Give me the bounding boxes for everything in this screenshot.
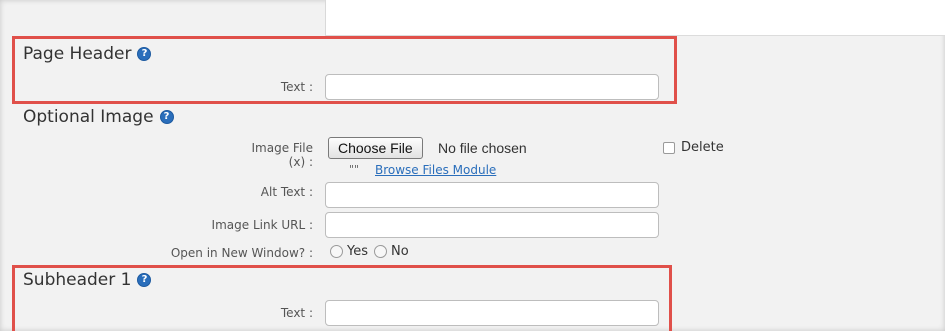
delete-label: Delete [681, 140, 724, 155]
radio-no-label: No [391, 244, 409, 259]
subheader-1-title-text: Subheader 1 [23, 270, 132, 290]
browse-files-module-link[interactable]: Browse Files Module [375, 163, 496, 177]
image-file-label: Image File (x) : [252, 141, 313, 169]
subheader-1-title: Subheader 1 ? [23, 270, 152, 290]
image-file-label-line1: Image File [251, 141, 313, 155]
radio-no[interactable] [374, 245, 387, 258]
optional-image-title-text: Optional Image [23, 107, 154, 127]
delete-checkbox[interactable] [663, 142, 675, 154]
no-file-chosen-text: No file chosen [438, 140, 527, 156]
radio-yes-label: Yes [347, 244, 368, 259]
subheader-1-text-label: Text : [280, 306, 313, 320]
page-header-title-text: Page Header [23, 44, 132, 64]
help-icon[interactable]: ? [137, 273, 152, 287]
alt-text-label: Alt Text : [260, 185, 313, 199]
image-link-url-label: Image Link URL : [211, 218, 313, 232]
image-link-url-input[interactable] [325, 212, 659, 238]
choose-file-button[interactable]: Choose File [328, 137, 423, 159]
top-input-strip [325, 0, 945, 36]
alt-text-input[interactable] [325, 182, 659, 208]
radio-yes[interactable] [330, 245, 343, 258]
open-new-window-radio-group: Yes No [330, 244, 409, 259]
open-new-window-label: Open in New Window? : [170, 246, 313, 260]
file-path-quotes: "" [349, 163, 360, 176]
radio-option-yes[interactable]: Yes [330, 244, 368, 259]
subheader-1-text-input[interactable] [325, 300, 659, 326]
help-icon[interactable]: ? [137, 47, 152, 61]
help-icon[interactable]: ? [159, 110, 174, 124]
page-header-text-input[interactable] [325, 74, 659, 100]
page-header-title: Page Header ? [23, 44, 152, 64]
image-file-label-line2: (x) : [288, 155, 313, 169]
page-header-text-label: Text : [280, 80, 313, 94]
radio-option-no[interactable]: No [374, 244, 409, 259]
optional-image-title: Optional Image ? [23, 107, 174, 127]
form-page: Page Header ? Text : Optional Image ? Im… [0, 0, 945, 331]
